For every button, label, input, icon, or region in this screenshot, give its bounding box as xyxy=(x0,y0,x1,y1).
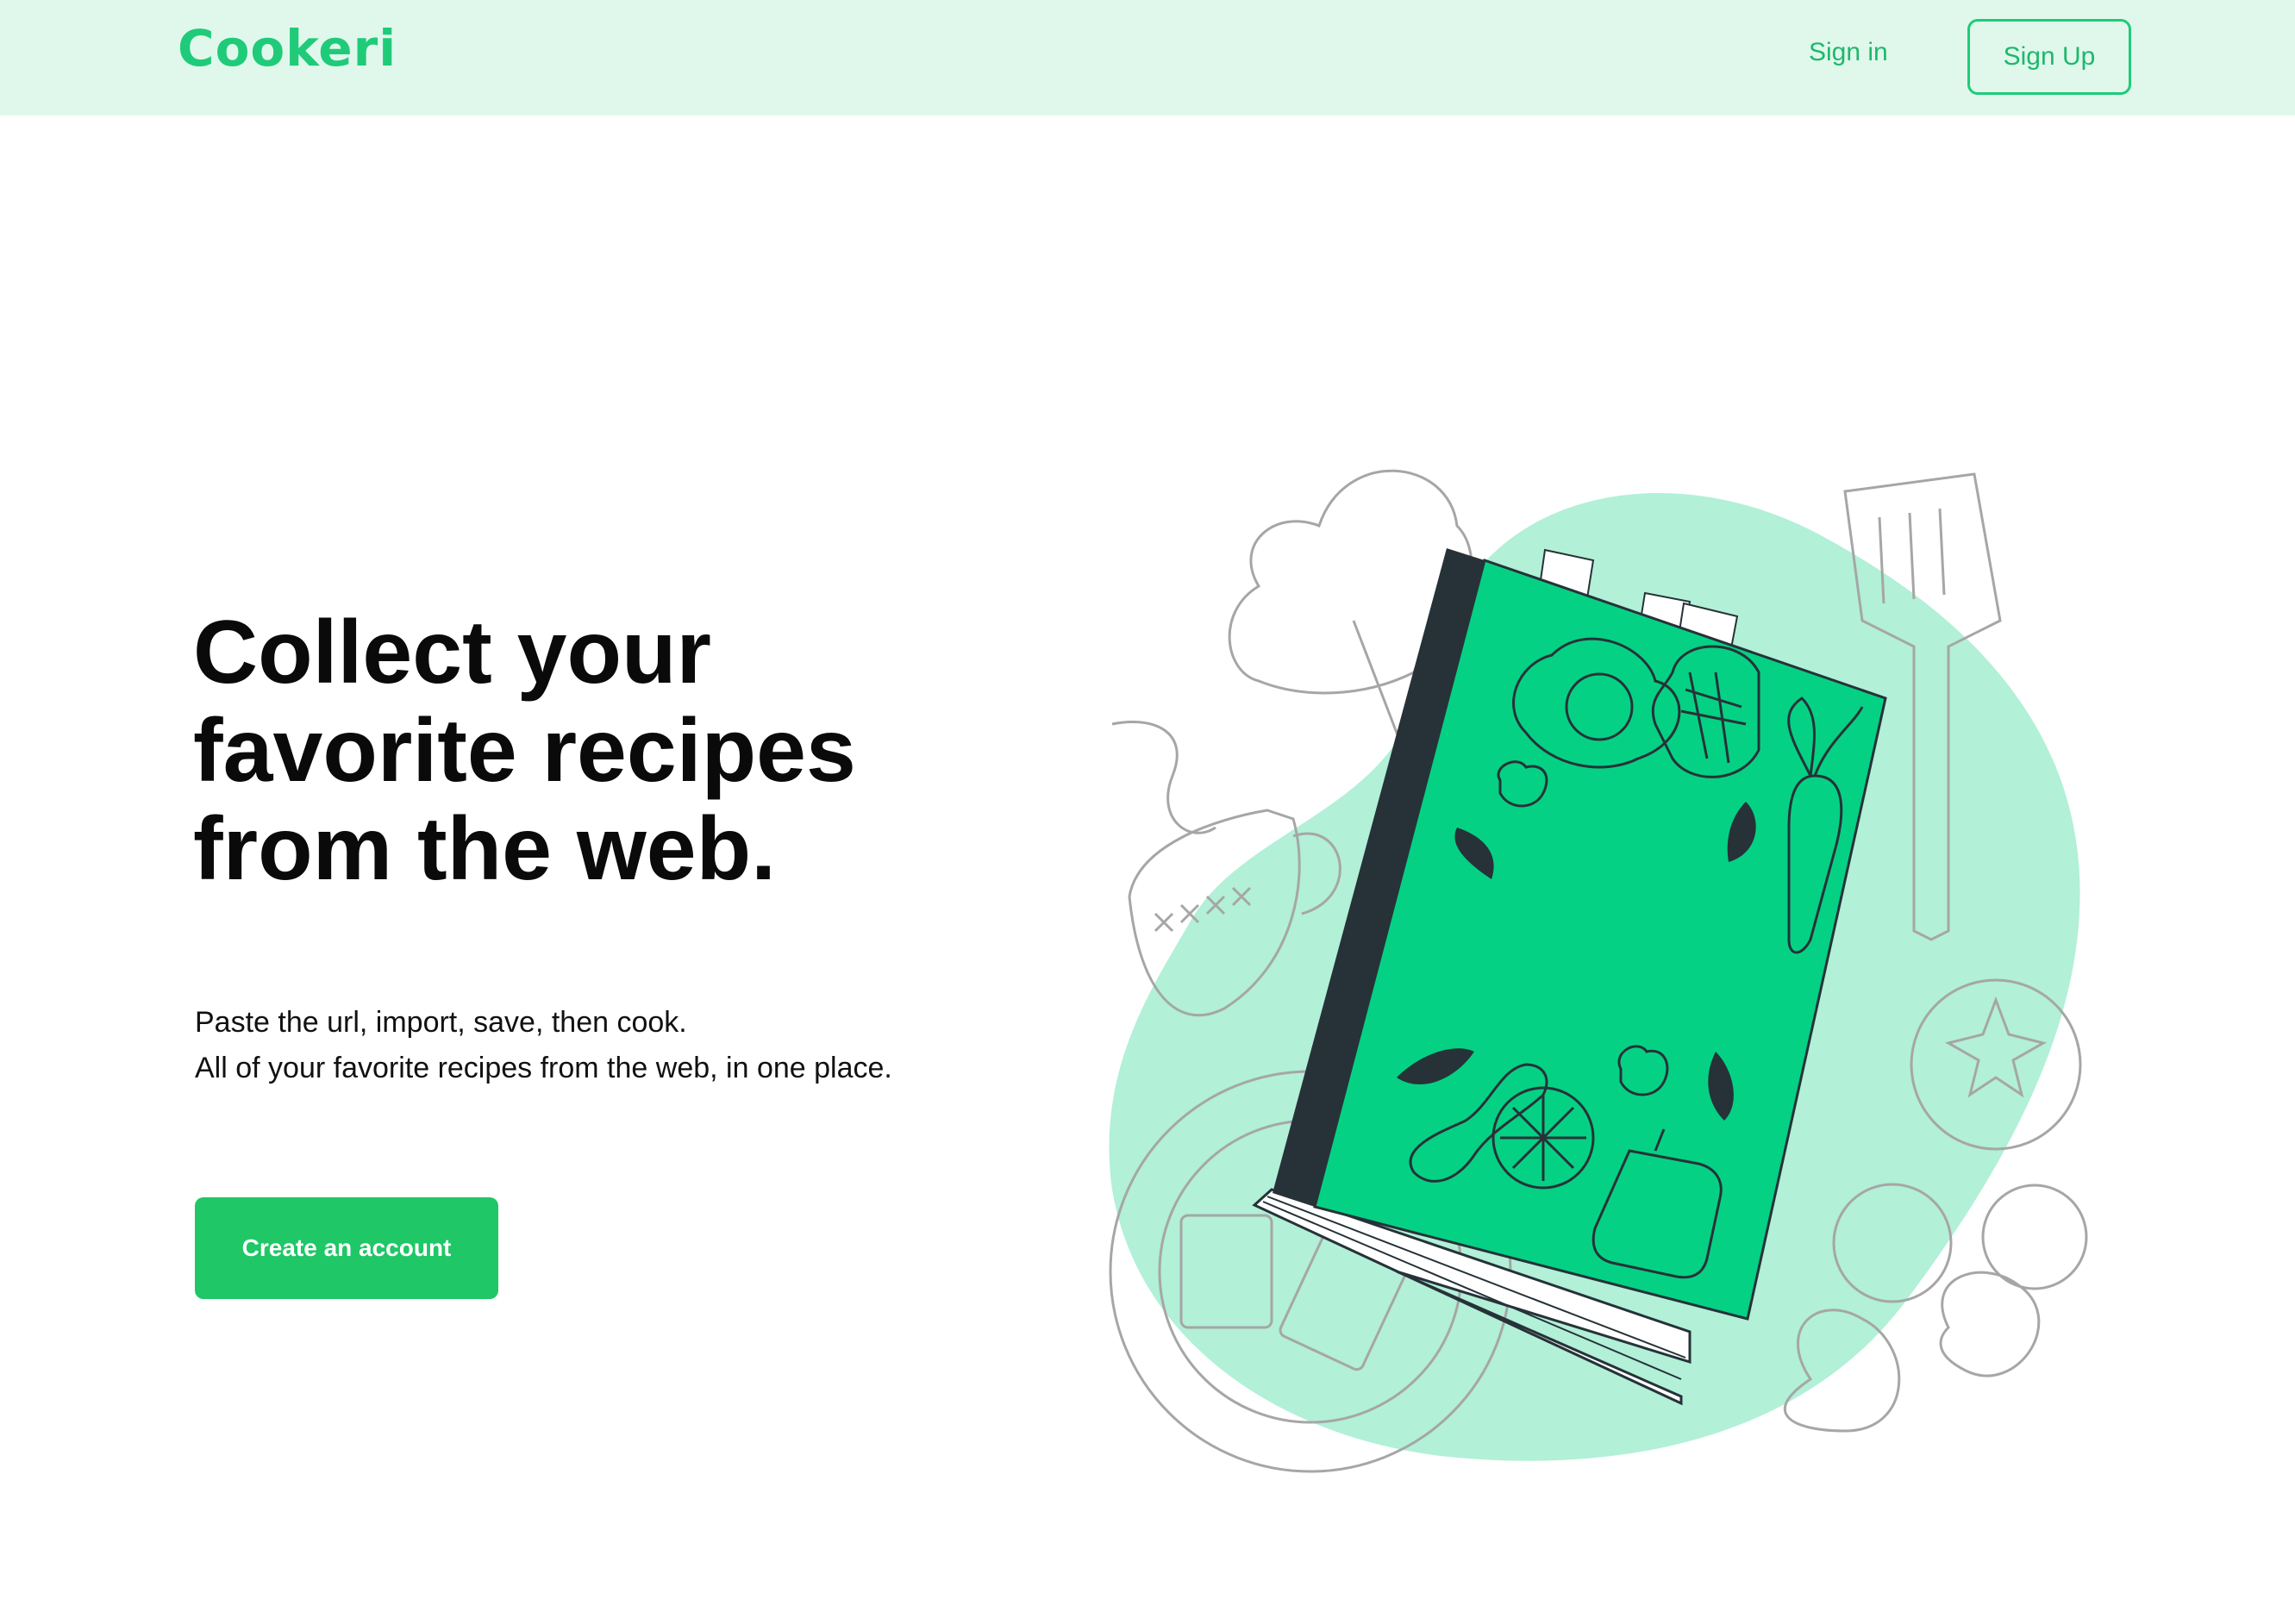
headline-line: from the web. xyxy=(193,799,777,899)
headline-line: favorite recipes xyxy=(193,701,856,801)
sign-in-link[interactable]: Sign in xyxy=(1809,38,1888,67)
steam-icon xyxy=(1111,721,1216,834)
cookeri-logo[interactable]: Cookeri xyxy=(178,19,397,78)
avocado-icon-2 xyxy=(1939,1271,2041,1377)
hero-headline: Collect your favorite recipes from the w… xyxy=(193,603,969,898)
hero-illustration xyxy=(1109,469,2088,1473)
create-account-button[interactable]: Create an account xyxy=(195,1197,498,1299)
lime-segments xyxy=(1500,1095,1586,1181)
subtext-line: All of your favorite recipes from the we… xyxy=(195,1052,892,1084)
subtext-line: Paste the url, import, save, then cook. xyxy=(195,1006,687,1039)
headline-line: Collect your xyxy=(193,603,711,703)
sign-up-button[interactable]: Sign Up xyxy=(1967,19,2131,95)
top-navbar: Cookeri Sign in Sign Up xyxy=(0,0,2295,116)
hero-subtext: Paste the url, import, save, then cook. … xyxy=(195,1000,1057,1091)
tomato-icon-3 xyxy=(1981,1184,2088,1290)
